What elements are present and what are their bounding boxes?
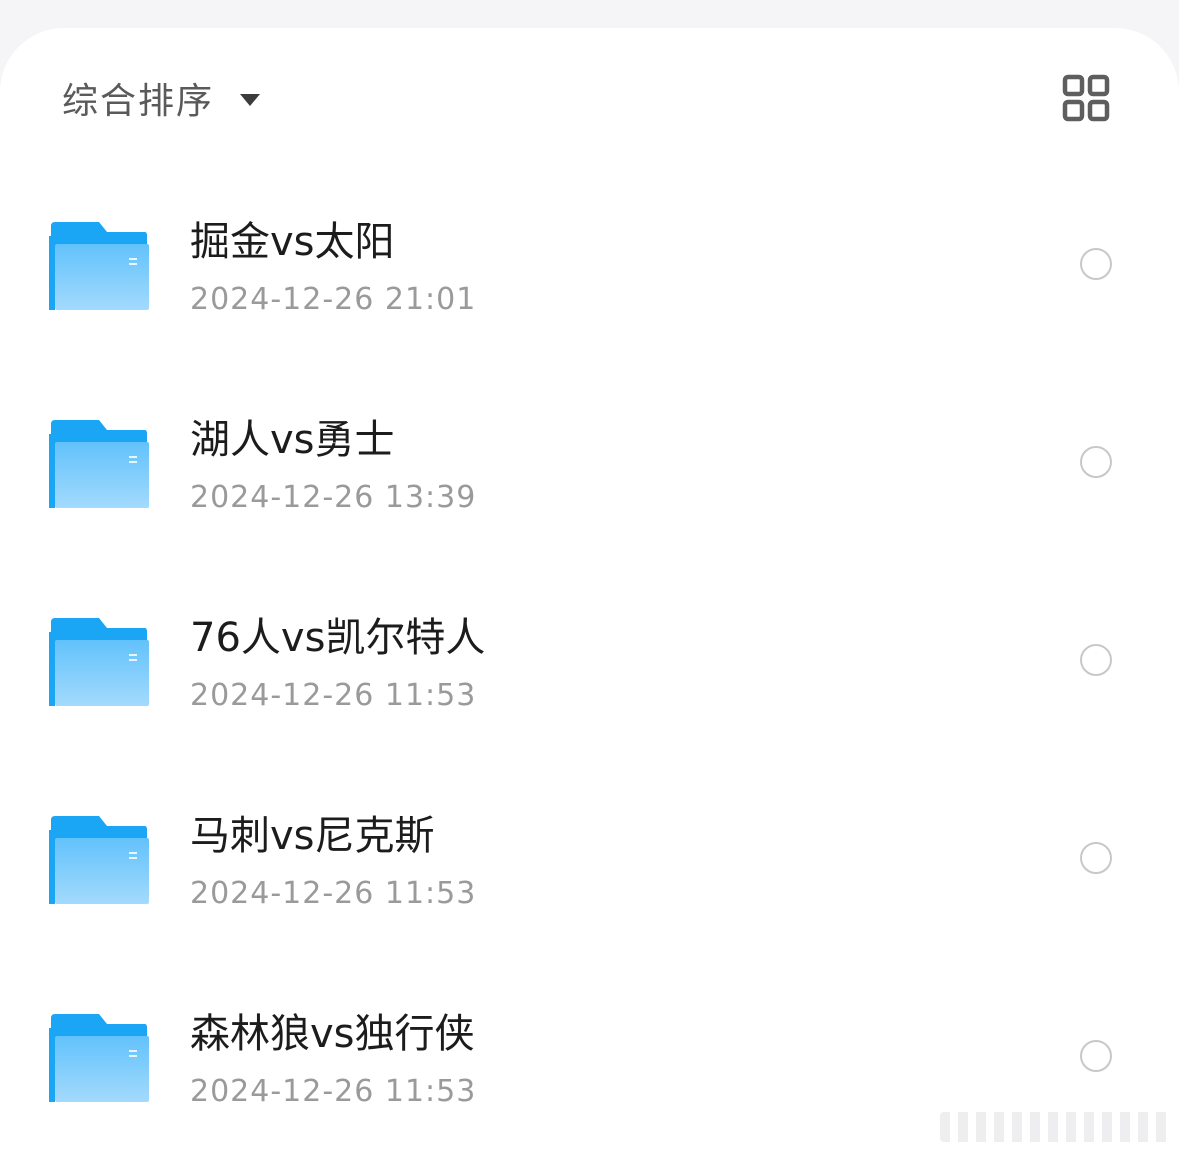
select-radio[interactable] [1080,1040,1112,1072]
folder-icon [49,618,149,706]
select-radio[interactable] [1080,248,1112,280]
file-name: 马刺vs尼克斯 [190,813,435,859]
folder-icon [49,420,149,508]
file-name: 掘金vs太阳 [190,219,395,265]
file-date: 2024-12-26 11:53 [190,876,477,911]
toolbar: 综合排序 [0,28,1179,168]
folder-icon [49,816,149,904]
file-name: 森林狼vs独行侠 [190,1011,475,1057]
file-list: 掘金vs太阳 2024-12-26 21:01 湖人vs勇士 2024-12-2… [0,166,1179,1156]
sort-label: 综合排序 [62,81,215,122]
file-name: 76人vs凯尔特人 [190,615,486,661]
list-item[interactable]: 湖人vs勇士 2024-12-26 13:39 [0,364,1179,562]
folder-icon [49,1014,149,1102]
select-radio[interactable] [1080,842,1112,874]
file-name: 湖人vs勇士 [190,417,395,463]
file-date: 2024-12-26 11:53 [190,1074,477,1109]
file-date: 2024-12-26 11:53 [190,678,477,713]
folder-icon [49,222,149,310]
file-date: 2024-12-26 21:01 [190,282,477,317]
select-radio[interactable] [1080,644,1112,676]
file-browser-sheet: 综合排序 掘金vs太阳 2024-12-26 21:01 湖人vs勇士 2024… [0,28,1179,1156]
watermark-strip [940,1112,1170,1142]
grid-view-icon[interactable] [1062,74,1110,122]
list-item[interactable]: 掘金vs太阳 2024-12-26 21:01 [0,166,1179,364]
list-item[interactable]: 76人vs凯尔特人 2024-12-26 11:53 [0,562,1179,760]
caret-down-icon [240,94,261,106]
select-radio[interactable] [1080,446,1112,478]
sort-dropdown[interactable]: 综合排序 [62,68,261,128]
file-date: 2024-12-26 13:39 [190,480,477,515]
list-item[interactable]: 马刺vs尼克斯 2024-12-26 11:53 [0,760,1179,958]
